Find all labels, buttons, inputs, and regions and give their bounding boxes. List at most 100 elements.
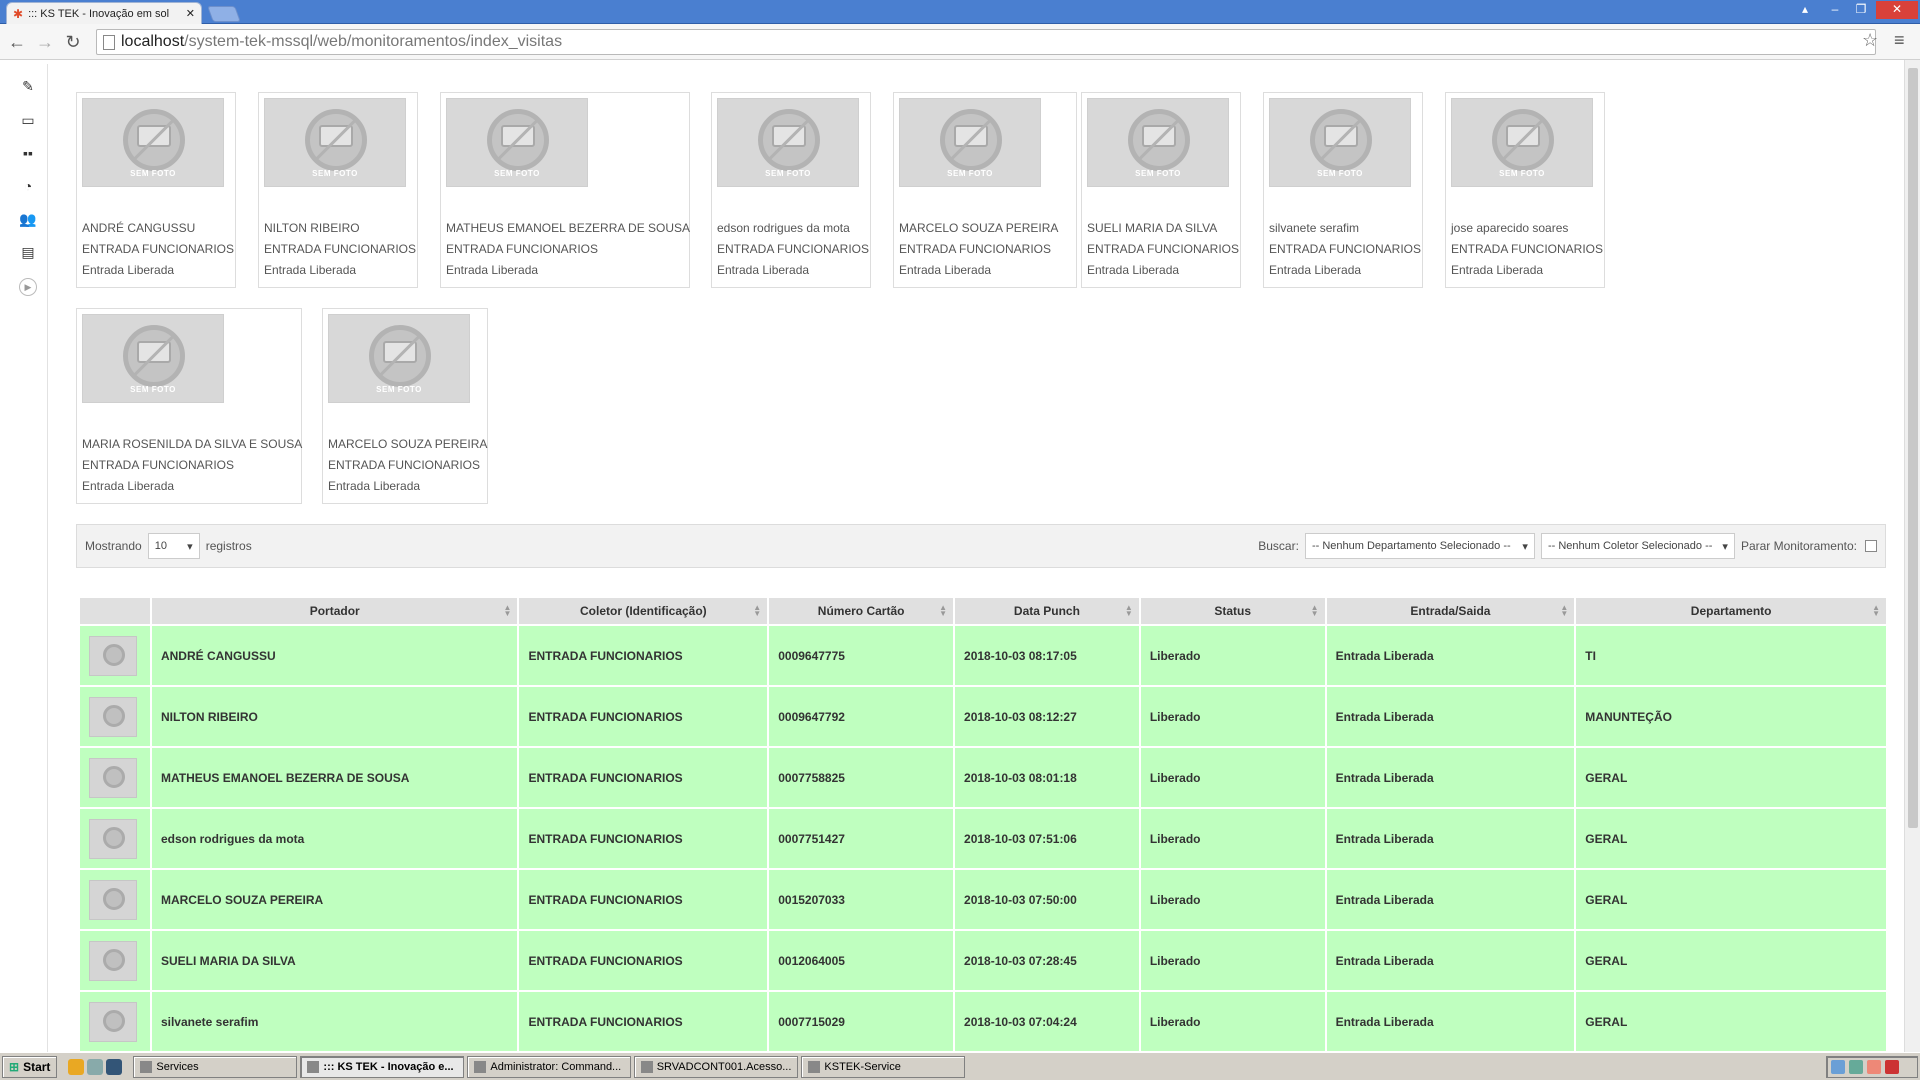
table-row[interactable]: NILTON RIBEIRO ENTRADA FUNCIONARIOS 000964… [80,687,1886,746]
table-cell: GERAL [1576,870,1886,929]
collector-select[interactable]: -- Nenhum Coletor Selecionado -- ▾ [1540,533,1735,559]
photo-label: SEM FOTO [130,385,176,394]
gallery-icon[interactable]: ▤ [17,241,39,263]
header-label: Data Punch [1013,604,1080,618]
no-photo-image: SEM FOTO [1451,98,1593,187]
visit-card: SEM FOTO NILTON RIBEIRO ENTRADA FUNCIONA… [258,92,418,288]
table-cell: Entrada Liberada [1326,809,1575,868]
menu-icon[interactable]: ≡ [1894,30,1905,51]
card-collector: ENTRADA FUNCIONARIOS [717,242,870,256]
back-icon[interactable]: ← [6,31,28,53]
stop-monitoring-checkbox[interactable] [1865,540,1877,552]
card-collector: ENTRADA FUNCIONARIOS [82,242,235,256]
card-status: Entrada Liberada [899,263,992,277]
table-cell: 0012064005 [769,931,954,990]
department-select[interactable]: -- Nenhum Departamento Selecionado -- ▾ [1304,533,1535,559]
user-icon[interactable]: ▴ [1792,1,1818,19]
maximize-button[interactable]: ❐ [1848,1,1874,19]
table-cell: 0015207033 [769,870,954,929]
page-size-select[interactable]: 10 ▾ [147,533,200,559]
header-label: Entrada/Saida [1410,604,1491,618]
taskbar-item[interactable]: ::: KS TEK - Inovação e... [300,1055,465,1078]
table-cell: ENTRADA FUNCIONARIOS [519,992,768,1051]
pencil-icon[interactable]: ✎ [17,75,39,97]
users-tray-icon[interactable] [1849,1059,1863,1074]
users-icon[interactable]: 👥 [17,208,39,230]
column-header[interactable]: Coletor (Identificação) ▲ ▼ [519,598,768,624]
table-cell: ENTRADA FUNCIONARIOS [519,626,768,685]
column-header[interactable]: Departamento ▲ ▼ [1576,598,1886,624]
app-tray-icon[interactable] [1867,1059,1881,1074]
table-cell: ENTRADA FUNCIONARIOS [519,931,768,990]
card-collector: ENTRADA FUNCIONARIOS [1087,242,1240,256]
table-cell: 2018-10-03 07:28:45 [955,931,1139,990]
tab-title: ::: KS TEK - Inovação em sol [28,7,170,20]
close-window-button[interactable]: ✕ [1876,1,1918,19]
close-tab-icon[interactable]: ✕ [186,7,195,20]
taskbar-item[interactable]: Services [133,1055,298,1078]
browser-tab[interactable]: ✱ ::: KS TEK - Inovação em sol ✕ [6,2,202,24]
table-cell: MANUNTEÇÃO [1576,687,1886,746]
forward-icon[interactable]: → [34,31,56,53]
page-size-value: 10 [154,540,167,552]
powershell-icon[interactable] [106,1058,123,1075]
table-cell: 2018-10-03 07:51:06 [955,809,1139,868]
taskbar-item[interactable]: SRVADCONT001.Acesso... [634,1055,799,1078]
taskbar-item[interactable]: KSTEK-Service [801,1055,966,1078]
table-row[interactable]: edson rodrigues da mota ENTRADA FUNCIONAR… [80,809,1886,868]
column-header[interactable]: Número Cartão ▲ ▼ [769,598,954,624]
page-scrollbar[interactable] [1904,60,1920,1052]
security-icon[interactable] [1885,1059,1899,1074]
arrow-right-icon[interactable]: ▶ [19,278,37,296]
minimize-button[interactable]: – [1822,1,1848,19]
server-manager-icon[interactable] [87,1058,104,1075]
table-cell: 0007758825 [769,748,954,807]
reload-icon[interactable]: ↻ [62,31,84,53]
table-header-row: Portador ▲ ▼ Coletor (Identificação) ▲ ▼ Númer… [80,598,1886,624]
pie-chart-icon[interactable]: ◔ [17,175,39,197]
no-photo-image: SEM FOTO [717,98,859,187]
card-status: Entrada Liberada [328,479,421,493]
card-name: MATHEUS EMANOEL BEZERRA DE SOUSA [446,221,691,235]
column-header[interactable]: Status ▲ ▼ [1140,598,1325,624]
table-row[interactable]: SUELI MARIA DA SILVA ENTRADA FUNCIONARIOS… [80,931,1886,990]
header-label: Coletor (Identificação) [580,604,707,618]
window-icon [641,1060,653,1073]
chevron-down-icon: ▾ [1522,540,1528,553]
photo-label: SEM FOTO [130,169,176,178]
address-bar[interactable]: localhost/system-tek-mssql/web/monitoram… [96,29,1876,55]
chrome-icon[interactable] [68,1058,85,1075]
table-cell: Liberado [1140,626,1325,685]
card-collector: ENTRADA FUNCIONARIOS [328,458,481,472]
table-row[interactable]: ANDRÉ CANGUSSU ENTRADA FUNCIONARIOS 000964… [80,626,1886,685]
start-button[interactable]: ⊞ Start [2,1055,58,1078]
card-collector: ENTRADA FUNCIONARIOS [899,242,1052,256]
scrollbar-thumb[interactable] [1908,68,1918,828]
column-header[interactable]: Entrada/Saida ▲ ▼ [1326,598,1575,624]
favicon-icon: ✱ [13,6,24,21]
column-header[interactable]: Portador ▲ ▼ [151,598,518,624]
table-cell: MATHEUS EMANOEL BEZERRA DE SOUSA [151,748,518,807]
row-photo-cell [80,809,150,868]
table-row[interactable]: silvanete serafim ENTRADA FUNCIONARIOS 000… [80,992,1886,1051]
table-row[interactable]: MARCELO SOUZA PEREIRA ENTRADA FUNCIONARIO… [80,870,1886,929]
new-tab-button[interactable] [207,6,241,22]
table-cell: GERAL [1576,809,1886,868]
grid-icon[interactable]: ▪▪ [17,142,39,164]
main-content: SEM FOTO ANDRÉ CANGUSSU ENTRADA FUNCIONA… [56,68,1904,1052]
network-icon[interactable] [1831,1059,1845,1074]
browser-toolbar: ← → ↻ localhost/system-tek-mssql/web/mon… [0,24,1920,60]
column-header[interactable]: Data Punch ▲ ▼ [955,598,1139,624]
card-collector: ENTRADA FUNCIONARIOS [1451,242,1604,256]
table-cell: TI [1576,626,1886,685]
laptop-icon[interactable]: ▭ [17,109,39,131]
taskbar-item[interactable]: Administrator: Command... [467,1055,632,1078]
bookmark-star-icon[interactable]: ☆ [1862,30,1878,51]
chevron-down-icon: ▾ [187,540,193,553]
row-photo-cell [80,931,150,990]
table-cell: Entrada Liberada [1326,626,1575,685]
table-row[interactable]: MATHEUS EMANOEL BEZERRA DE SOUSA ENTRADA … [80,748,1886,807]
table-cell: Entrada Liberada [1326,748,1575,807]
no-photo-image: SEM FOTO [899,98,1041,187]
app-sidebar: ✎ ▭ ▪▪ ◔ 👥 ▤ ▶ [8,64,48,1052]
